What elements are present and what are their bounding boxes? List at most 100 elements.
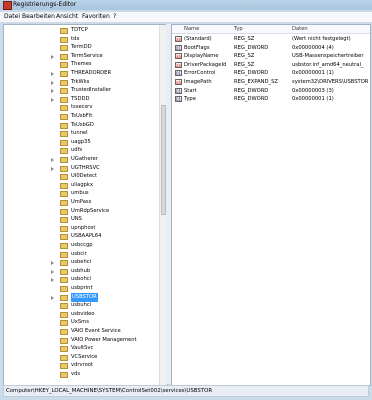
value-name: DriverPackageId bbox=[184, 61, 227, 68]
folder-icon bbox=[60, 311, 68, 318]
menu-file[interactable]: Datei bbox=[4, 12, 20, 22]
value-data: usbstor.inf_amd64_neutral_ bbox=[292, 61, 364, 68]
folder-icon bbox=[60, 320, 68, 327]
column-header-data[interactable]: Daten bbox=[292, 25, 308, 33]
registry-editor-window: Registrierungs-Editor Datei Bearbeiten A… bbox=[0, 0, 372, 400]
value-name: ErrorControl bbox=[184, 70, 216, 77]
folder-icon bbox=[60, 363, 68, 370]
expand-arrow-icon[interactable] bbox=[51, 80, 54, 85]
title-bar[interactable]: Registrierungs-Editor bbox=[0, 0, 372, 10]
folder-icon bbox=[60, 337, 68, 344]
menu-help[interactable]: ? bbox=[113, 12, 116, 22]
folder-icon bbox=[60, 260, 68, 267]
expand-arrow-icon[interactable] bbox=[51, 72, 54, 76]
expand-arrow-icon[interactable] bbox=[51, 89, 54, 94]
folder-icon bbox=[60, 139, 68, 146]
folder-icon bbox=[60, 174, 68, 181]
status-bar: Computer\HKEY_LOCAL_MACHINE\SYSTEM\Contr… bbox=[3, 385, 369, 397]
folder-icon bbox=[60, 148, 68, 155]
value-data: 0x00000001 (1) bbox=[292, 70, 334, 77]
folder-icon bbox=[60, 217, 68, 224]
value-row[interactable]: ab (Standard) REG_SZ (Wert nicht festgelegt… bbox=[172, 35, 370, 43]
window-title: Registrierungs-Editor bbox=[13, 1, 77, 8]
folder-icon bbox=[60, 191, 68, 198]
value-type: REG_DWORD bbox=[234, 87, 269, 94]
folder-icon bbox=[60, 294, 68, 301]
value-name: BootFlags bbox=[184, 44, 210, 51]
folder-icon bbox=[60, 243, 68, 249]
value-type: REG_SZ bbox=[234, 36, 255, 42]
folder-icon bbox=[60, 372, 68, 378]
tree-item[interactable]: vds bbox=[4, 370, 156, 379]
value-type: REG_SZ bbox=[234, 53, 255, 60]
menu-favorites[interactable]: Favoriten bbox=[82, 12, 110, 22]
folder-icon bbox=[60, 71, 68, 77]
value-data: USB-Massenspeichertreiber bbox=[292, 53, 364, 60]
value-data: 0x00000004 (4) bbox=[292, 44, 334, 51]
value-name: Type bbox=[184, 96, 196, 103]
binary-value-icon: 01 bbox=[175, 70, 182, 77]
expand-arrow-icon[interactable] bbox=[51, 166, 54, 171]
column-header-name[interactable]: Name bbox=[184, 25, 199, 33]
value-type: REG_SZ bbox=[234, 61, 255, 68]
folder-icon bbox=[60, 114, 68, 120]
value-data: 0x00000003 (3) bbox=[292, 87, 334, 94]
value-name: ImagePath bbox=[184, 79, 212, 85]
folder-icon bbox=[60, 45, 68, 52]
expand-arrow-icon[interactable] bbox=[51, 278, 54, 283]
folder-icon bbox=[60, 105, 68, 112]
key-tree[interactable]: TDTCP tdx TermDD TermService Themes THREADORD… bbox=[3, 24, 168, 386]
value-row[interactable]: ab DisplayName REG_SZ USB-Massenspeichertre… bbox=[172, 52, 370, 60]
status-key-path: Computer\HKEY_LOCAL_MACHINE\SYSTEM\Contr… bbox=[6, 388, 213, 394]
column-header-type[interactable]: Typ bbox=[234, 25, 243, 33]
value-data: system32\DRIVERS\USBSTOR bbox=[292, 79, 368, 85]
expand-arrow-icon[interactable] bbox=[51, 295, 54, 300]
folder-icon bbox=[60, 277, 68, 284]
folder-icon bbox=[60, 286, 68, 292]
folder-icon bbox=[60, 157, 68, 163]
string-value-icon: ab bbox=[175, 36, 182, 42]
value-row[interactable]: ab ImagePath REG_EXPAND_SZ system32\DRIVERS… bbox=[172, 78, 370, 86]
folder-icon bbox=[60, 251, 68, 258]
value-type: REG_DWORD bbox=[234, 44, 269, 51]
binary-value-icon: 01 bbox=[175, 96, 182, 103]
folder-icon bbox=[60, 354, 68, 361]
expand-arrow-icon[interactable] bbox=[51, 261, 54, 266]
menu-bar: Datei Bearbeiten Ansicht Favoriten ? bbox=[0, 12, 372, 23]
value-row[interactable]: 01 Type REG_DWORD 0x00000001 (1) bbox=[172, 95, 370, 103]
folder-icon bbox=[60, 36, 68, 43]
folder-icon bbox=[60, 122, 68, 129]
folder-icon bbox=[60, 62, 68, 69]
string-value-icon: ab bbox=[175, 79, 182, 85]
folder-icon bbox=[60, 182, 68, 189]
folder-icon bbox=[60, 208, 68, 215]
folder-icon bbox=[60, 53, 68, 60]
folder-icon bbox=[60, 329, 68, 335]
expand-arrow-icon[interactable] bbox=[51, 97, 54, 102]
folder-icon bbox=[60, 346, 68, 353]
value-type: REG_DWORD bbox=[234, 70, 269, 77]
string-value-icon: ab bbox=[175, 53, 182, 60]
folder-icon bbox=[60, 268, 68, 275]
folder-icon bbox=[60, 96, 68, 103]
menu-view[interactable]: Ansicht bbox=[56, 12, 78, 22]
expand-arrow-icon[interactable] bbox=[51, 269, 54, 274]
folder-icon bbox=[60, 303, 68, 310]
folder-icon bbox=[60, 234, 68, 241]
regedit-app-icon bbox=[3, 1, 12, 10]
value-row[interactable]: 01 ErrorControl REG_DWORD 0x00000001 (1) bbox=[172, 69, 370, 77]
value-row[interactable]: ab DriverPackageId REG_SZ usbstor.inf_amd64… bbox=[172, 61, 370, 69]
value-data: (Wert nicht festgelegt) bbox=[292, 36, 351, 42]
value-row[interactable]: 01 BootFlags REG_DWORD 0x00000004 (4) bbox=[172, 44, 370, 52]
string-value-icon: ab bbox=[175, 61, 182, 68]
folder-icon bbox=[60, 165, 68, 172]
value-type: REG_EXPAND_SZ bbox=[234, 79, 278, 85]
folder-icon bbox=[60, 131, 68, 138]
expand-arrow-icon[interactable] bbox=[51, 158, 54, 162]
value-row[interactable]: 01 Start REG_DWORD 0x00000003 (3) bbox=[172, 87, 370, 95]
value-list: Name Typ Daten ab (Standard) REG_SZ (Wert n… bbox=[171, 24, 371, 386]
value-name: (Standard) bbox=[184, 36, 212, 42]
folder-icon bbox=[60, 200, 68, 206]
expand-arrow-icon[interactable] bbox=[51, 54, 54, 59]
menu-edit[interactable]: Bearbeiten bbox=[22, 12, 55, 22]
